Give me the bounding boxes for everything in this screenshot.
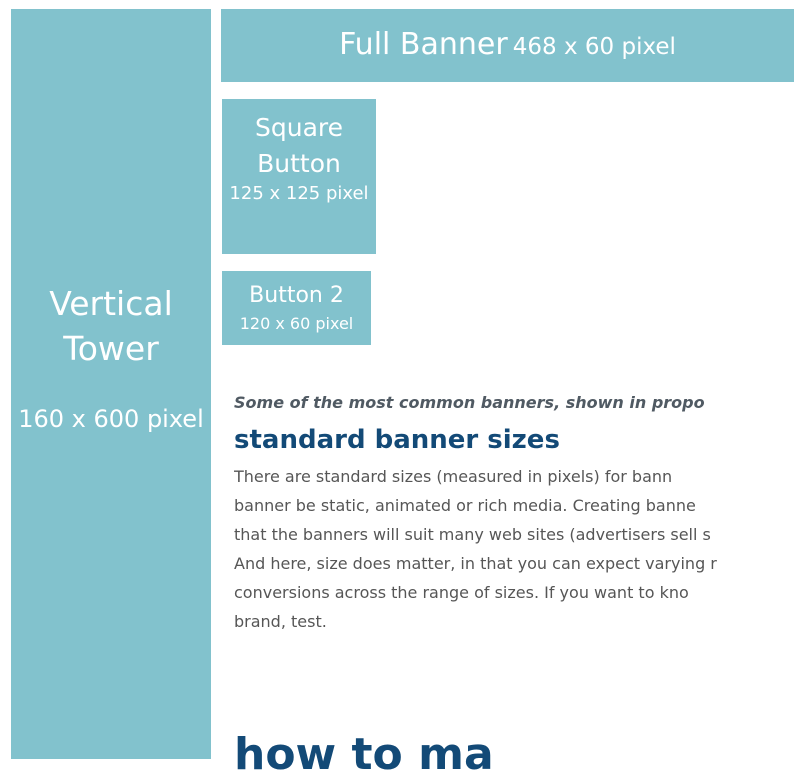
full-banner-name: Full Banner — [339, 27, 508, 62]
full-banner: Full Banner 468 x 60 pixel — [221, 9, 794, 82]
figure-caption: Some of the most common banners, shown i… — [234, 393, 705, 412]
square-button-banner: Square Button 125 x 125 pixel — [222, 99, 376, 254]
section-heading: standard banner sizes — [234, 425, 560, 455]
paragraph-line: that the banners will suit many web site… — [234, 525, 711, 544]
paragraph-line: There are standard sizes (measured in pi… — [234, 467, 673, 486]
full-banner-size: 468 x 60 pixel — [512, 34, 676, 60]
button2-banner: Button 2 120 x 60 pixel — [222, 271, 371, 345]
button2-size: 120 x 60 pixel — [239, 314, 354, 333]
paragraph-line: conversions across the range of sizes. I… — [234, 583, 689, 602]
tower-name-line1: Vertical — [49, 284, 173, 323]
full-banner-label: Full Banner 468 x 60 pixel — [221, 27, 794, 67]
square-name-line1: Square — [254, 113, 343, 142]
tower-name: Vertical Tower — [11, 281, 211, 371]
paragraph-line: And here, size does matter, in that you … — [234, 554, 717, 573]
next-section-heading: how to ma — [234, 729, 494, 780]
tower-name-line2: Tower — [63, 329, 159, 368]
square-button-name: Square Button — [222, 110, 376, 182]
tower-size: 160 x 600 pixel — [18, 405, 204, 433]
button2-name: Button 2 — [249, 283, 344, 308]
vertical-tower-banner: Vertical Tower 160 x 600 pixel — [11, 9, 211, 759]
article-content: Some of the most common banners, shown i… — [234, 388, 794, 636]
paragraph-line: banner be static, animated or rich media… — [234, 496, 696, 515]
square-name-line2: Button — [257, 149, 341, 178]
section-paragraph: There are standard sizes (measured in pi… — [234, 462, 794, 636]
square-button-size: 125 x 125 pixel — [229, 183, 369, 204]
paragraph-line: brand, test. — [234, 612, 327, 631]
